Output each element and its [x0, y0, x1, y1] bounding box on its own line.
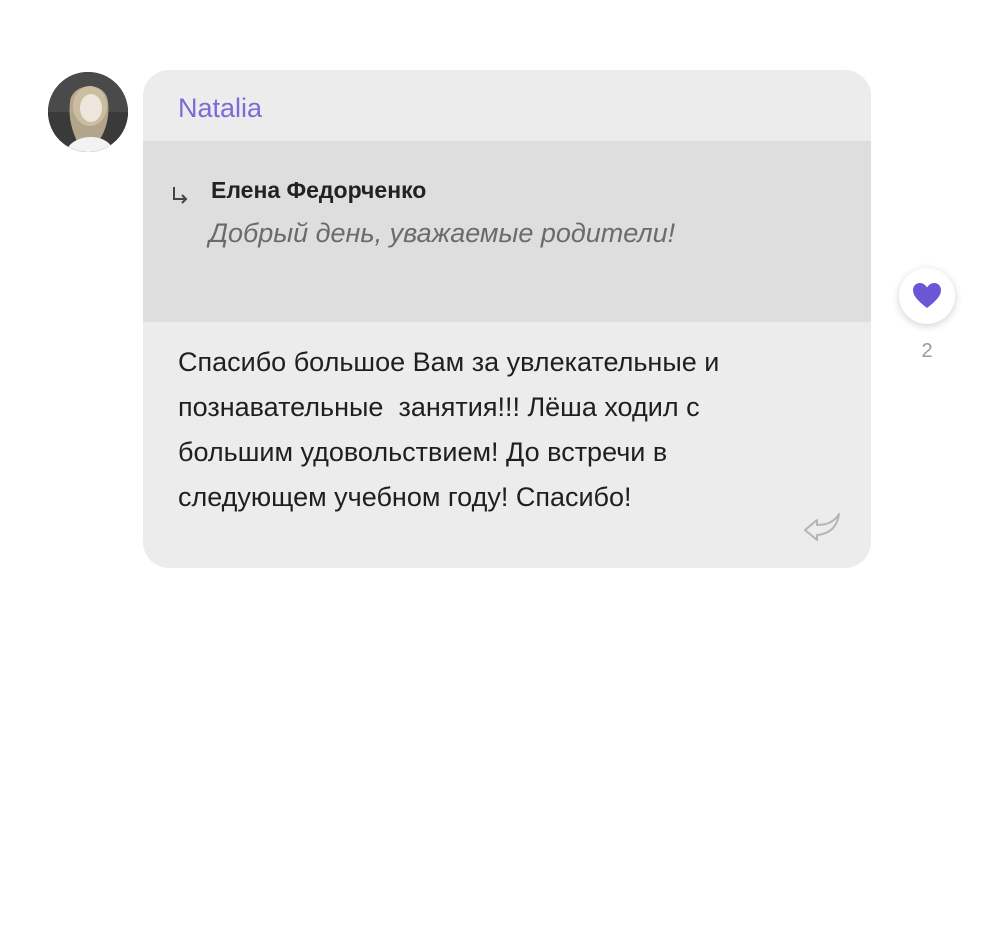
like-count: 2: [921, 340, 933, 362]
avatar-photo: [48, 72, 128, 152]
quote-author: Елена Федорченко: [211, 177, 427, 203]
reply-icon[interactable]: [801, 510, 843, 544]
message-bubble: Natalia Елена Федорченко Добрый день, ув…: [143, 70, 871, 568]
like-button[interactable]: [899, 268, 955, 324]
sender-name[interactable]: Natalia: [178, 92, 262, 124]
reply-arrow-icon: [173, 187, 188, 204]
quote-text: Добрый день, уважаемые родители!: [209, 218, 676, 248]
quoted-message[interactable]: Елена Федорченко Добрый день, уважаемые …: [143, 141, 871, 322]
avatar[interactable]: [48, 72, 128, 152]
heart-icon: [913, 283, 941, 308]
message-text: Спасибо большое Вам за увлекательные и п…: [178, 347, 727, 512]
